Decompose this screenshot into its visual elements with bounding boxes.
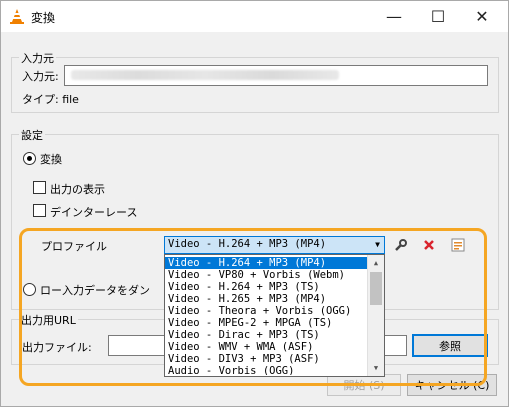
title-bar: 変換 — ☐ ✕: [1, 1, 508, 32]
output-file-label: 出力ファイル:: [22, 341, 92, 354]
convert-radio[interactable]: [23, 152, 36, 165]
scroll-up-icon[interactable]: ▲: [368, 255, 384, 271]
convert-radio-label: 変換: [40, 153, 62, 166]
profile-select[interactable]: Video - H.264 + MP3 (MP4) ▼: [164, 236, 385, 254]
profile-option[interactable]: Video - Theora + Vorbis (OGG): [165, 305, 368, 317]
profile-option[interactable]: Video - H.265 + MP3 (MP4): [165, 293, 368, 305]
dropdown-scrollbar[interactable]: ▲ ▼: [367, 255, 384, 376]
profile-option[interactable]: Video - Dirac + MP3 (TS): [165, 329, 368, 341]
profile-selected-value: Video - H.264 + MP3 (MP4): [168, 238, 327, 250]
profile-option[interactable]: Video - H.264 + MP3 (MP4): [165, 257, 368, 269]
delete-x-icon: [424, 240, 434, 250]
chevron-down-icon: ▼: [375, 240, 380, 249]
profile-option[interactable]: Audio - Vorbis (OGG): [165, 365, 368, 375]
convert-dialog: 変換 — ☐ ✕ 入力元 入力元: タイプ: file 設定 変換 出力の表示 …: [0, 0, 509, 407]
deinterlace-label: デインターレース: [50, 206, 138, 219]
source-group-legend: 入力元: [19, 50, 56, 66]
close-button[interactable]: ✕: [460, 1, 504, 32]
raw-dump-label: ロー入力データをダン: [40, 284, 150, 297]
delete-profile-button[interactable]: [419, 236, 439, 254]
browse-button[interactable]: 参照: [412, 334, 488, 357]
blurred-source-path: [71, 70, 339, 80]
settings-group-legend: 設定: [19, 127, 45, 143]
show-output-label: 出力の表示: [50, 183, 105, 196]
scroll-down-icon[interactable]: ▼: [368, 360, 384, 376]
profile-dropdown-list[interactable]: Video - H.264 + MP3 (MP4) Video - VP80 +…: [164, 254, 385, 377]
minimize-button[interactable]: —: [372, 1, 416, 32]
start-button[interactable]: 開始 (S): [327, 374, 401, 396]
vlc-cone-icon: [10, 9, 24, 24]
raw-dump-radio[interactable]: [23, 283, 36, 296]
cancel-button[interactable]: キャンセル (C): [407, 374, 497, 396]
maximize-button[interactable]: ☐: [416, 1, 460, 32]
type-label: タイプ: file: [22, 93, 79, 106]
window-title: 変換: [31, 11, 56, 25]
profile-option[interactable]: Video - WMV + WMA (ASF): [165, 341, 368, 353]
profile-option[interactable]: Video - DIV3 + MP3 (ASF): [165, 353, 368, 365]
scroll-thumb[interactable]: [370, 272, 382, 305]
source-label: 入力元:: [22, 70, 59, 83]
show-output-checkbox[interactable]: [33, 181, 46, 194]
new-profile-icon: [451, 238, 465, 252]
profile-label: プロファイル: [41, 240, 107, 253]
profile-option[interactable]: Video - MPEG-2 + MPGA (TS): [165, 317, 368, 329]
profile-option[interactable]: Video - H.264 + MP3 (TS): [165, 281, 368, 293]
output-group-legend: 出力用URL: [19, 312, 78, 328]
deinterlace-checkbox[interactable]: [33, 204, 46, 217]
profile-option[interactable]: Video - VP80 + Vorbis (Webm): [165, 269, 368, 281]
edit-profile-button[interactable]: [390, 236, 410, 254]
wrench-icon: [395, 239, 407, 251]
new-profile-button[interactable]: [448, 236, 468, 254]
